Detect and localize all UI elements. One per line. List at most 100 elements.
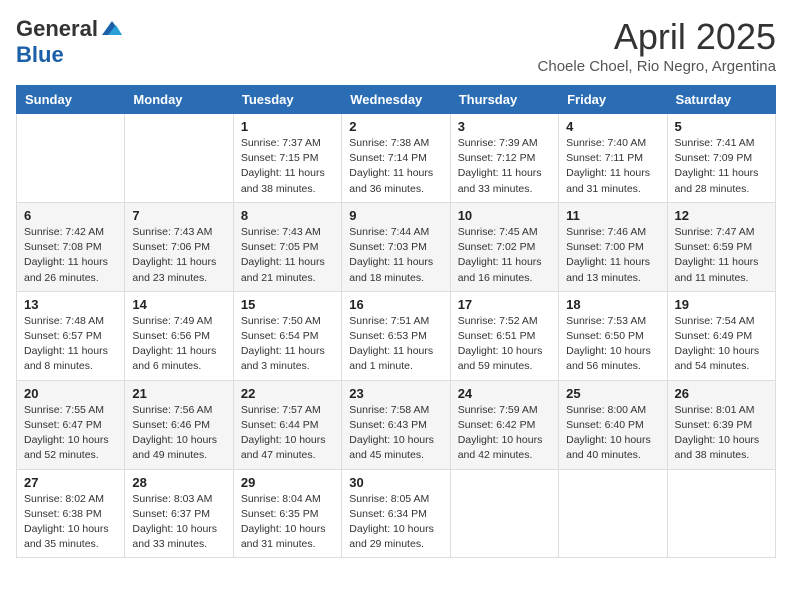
day-info: Sunrise: 7:53 AMSunset: 6:50 PMDaylight:…: [566, 314, 659, 375]
day-info: Sunrise: 7:43 AMSunset: 7:05 PMDaylight:…: [241, 225, 334, 286]
day-number: 22: [241, 386, 334, 401]
day-number: 3: [458, 119, 551, 134]
day-number: 1: [241, 119, 334, 134]
calendar-cell: [667, 469, 775, 558]
weekday-header-friday: Friday: [559, 86, 667, 114]
calendar-cell: 5 Sunrise: 7:41 AMSunset: 7:09 PMDaylight…: [667, 114, 775, 203]
day-info: Sunrise: 7:51 AMSunset: 6:53 PMDaylight:…: [349, 314, 442, 375]
day-info: Sunrise: 7:50 AMSunset: 6:54 PMDaylight:…: [241, 314, 334, 375]
day-number: 10: [458, 208, 551, 223]
day-number: 19: [675, 297, 768, 312]
calendar-cell: [125, 114, 233, 203]
calendar-cell: 26 Sunrise: 8:01 AMSunset: 6:39 PMDayligh…: [667, 380, 775, 469]
calendar-cell: [450, 469, 558, 558]
weekday-header-saturday: Saturday: [667, 86, 775, 114]
day-number: 6: [24, 208, 117, 223]
calendar-cell: 9 Sunrise: 7:44 AMSunset: 7:03 PMDaylight…: [342, 202, 450, 291]
calendar-cell: 30Sunrise: 8:05 AMSunset: 6:34 PMDayligh…: [342, 469, 450, 558]
calendar-cell: 12 Sunrise: 7:47 AMSunset: 6:59 PMDayligh…: [667, 202, 775, 291]
title-block: April 2025 Choele Choel, Rio Negro, Arge…: [538, 16, 776, 75]
day-info: Sunrise: 8:05 AMSunset: 6:34 PMDaylight:…: [349, 492, 442, 553]
day-number: 13: [24, 297, 117, 312]
day-info: Sunrise: 7:42 AMSunset: 7:08 PMDaylight:…: [24, 225, 117, 286]
day-info: Sunrise: 8:04 AMSunset: 6:35 PMDaylight:…: [241, 492, 334, 553]
day-info: Sunrise: 7:48 AMSunset: 6:57 PMDaylight:…: [24, 314, 117, 375]
calendar-week-2: 6 Sunrise: 7:42 AMSunset: 7:08 PMDaylight…: [17, 202, 776, 291]
calendar-cell: 23 Sunrise: 7:58 AMSunset: 6:43 PMDayligh…: [342, 380, 450, 469]
calendar-week-1: 1 Sunrise: 7:37 AMSunset: 7:15 PMDaylight…: [17, 114, 776, 203]
calendar-table: SundayMondayTuesdayWednesdayThursdayFrid…: [16, 85, 776, 558]
calendar-cell: 24Sunrise: 7:59 AMSunset: 6:42 PMDayligh…: [450, 380, 558, 469]
weekday-header-thursday: Thursday: [450, 86, 558, 114]
calendar-cell: [559, 469, 667, 558]
day-info: Sunrise: 7:52 AMSunset: 6:51 PMDaylight:…: [458, 314, 551, 375]
day-number: 11: [566, 208, 659, 223]
day-info: Sunrise: 7:58 AMSunset: 6:43 PMDaylight:…: [349, 403, 442, 464]
day-number: 23: [349, 386, 442, 401]
calendar-cell: 17Sunrise: 7:52 AMSunset: 6:51 PMDayligh…: [450, 291, 558, 380]
calendar-cell: 16 Sunrise: 7:51 AMSunset: 6:53 PMDayligh…: [342, 291, 450, 380]
day-info: Sunrise: 8:01 AMSunset: 6:39 PMDaylight:…: [675, 403, 768, 464]
day-number: 26: [675, 386, 768, 401]
day-info: Sunrise: 7:37 AMSunset: 7:15 PMDaylight:…: [241, 136, 334, 197]
day-number: 9: [349, 208, 442, 223]
calendar-week-5: 27 Sunrise: 8:02 AMSunset: 6:38 PMDayligh…: [17, 469, 776, 558]
day-info: Sunrise: 7:40 AMSunset: 7:11 PMDaylight:…: [566, 136, 659, 197]
calendar-cell: 7Sunrise: 7:43 AMSunset: 7:06 PMDaylight…: [125, 202, 233, 291]
calendar-header-row: SundayMondayTuesdayWednesdayThursdayFrid…: [17, 86, 776, 114]
day-info: Sunrise: 8:02 AMSunset: 6:38 PMDaylight:…: [24, 492, 117, 553]
location-subtitle: Choele Choel, Rio Negro, Argentina: [538, 58, 776, 75]
day-number: 28: [132, 475, 225, 490]
day-info: Sunrise: 7:54 AMSunset: 6:49 PMDaylight:…: [675, 314, 768, 375]
calendar-cell: 27 Sunrise: 8:02 AMSunset: 6:38 PMDayligh…: [17, 469, 125, 558]
day-number: 4: [566, 119, 659, 134]
day-number: 12: [675, 208, 768, 223]
calendar-cell: 22 Sunrise: 7:57 AMSunset: 6:44 PMDayligh…: [233, 380, 341, 469]
day-info: Sunrise: 7:45 AMSunset: 7:02 PMDaylight:…: [458, 225, 551, 286]
page-header: General Blue April 2025 Choele Choel, Ri…: [16, 16, 776, 75]
calendar-cell: 20 Sunrise: 7:55 AMSunset: 6:47 PMDayligh…: [17, 380, 125, 469]
calendar-cell: 6 Sunrise: 7:42 AMSunset: 7:08 PMDaylight…: [17, 202, 125, 291]
calendar-cell: 8 Sunrise: 7:43 AMSunset: 7:05 PMDaylight…: [233, 202, 341, 291]
calendar-cell: 13 Sunrise: 7:48 AMSunset: 6:57 PMDayligh…: [17, 291, 125, 380]
day-number: 18: [566, 297, 659, 312]
day-info: Sunrise: 7:59 AMSunset: 6:42 PMDaylight:…: [458, 403, 551, 464]
day-info: Sunrise: 7:39 AMSunset: 7:12 PMDaylight:…: [458, 136, 551, 197]
calendar-cell: 10 Sunrise: 7:45 AMSunset: 7:02 PMDayligh…: [450, 202, 558, 291]
day-number: 20: [24, 386, 117, 401]
day-info: Sunrise: 8:00 AMSunset: 6:40 PMDaylight:…: [566, 403, 659, 464]
calendar-cell: 28 Sunrise: 8:03 AMSunset: 6:37 PMDayligh…: [125, 469, 233, 558]
day-info: Sunrise: 7:57 AMSunset: 6:44 PMDaylight:…: [241, 403, 334, 464]
calendar-week-3: 13 Sunrise: 7:48 AMSunset: 6:57 PMDayligh…: [17, 291, 776, 380]
day-number: 14: [132, 297, 225, 312]
weekday-header-tuesday: Tuesday: [233, 86, 341, 114]
day-number: 2: [349, 119, 442, 134]
day-number: 27: [24, 475, 117, 490]
day-info: Sunrise: 7:46 AMSunset: 7:00 PMDaylight:…: [566, 225, 659, 286]
day-info: Sunrise: 7:41 AMSunset: 7:09 PMDaylight:…: [675, 136, 768, 197]
day-number: 8: [241, 208, 334, 223]
logo-icon: [100, 17, 124, 41]
calendar-cell: 19 Sunrise: 7:54 AMSunset: 6:49 PMDayligh…: [667, 291, 775, 380]
day-number: 16: [349, 297, 442, 312]
day-info: Sunrise: 7:44 AMSunset: 7:03 PMDaylight:…: [349, 225, 442, 286]
day-info: Sunrise: 7:49 AMSunset: 6:56 PMDaylight:…: [132, 314, 225, 375]
day-number: 21: [132, 386, 225, 401]
day-info: Sunrise: 8:03 AMSunset: 6:37 PMDaylight:…: [132, 492, 225, 553]
day-number: 29: [241, 475, 334, 490]
calendar-cell: 15Sunrise: 7:50 AMSunset: 6:54 PMDayligh…: [233, 291, 341, 380]
calendar-cell: 25Sunrise: 8:00 AMSunset: 6:40 PMDayligh…: [559, 380, 667, 469]
day-info: Sunrise: 7:55 AMSunset: 6:47 PMDaylight:…: [24, 403, 117, 464]
day-info: Sunrise: 7:43 AMSunset: 7:06 PMDaylight:…: [132, 225, 225, 286]
calendar-cell: 2Sunrise: 7:38 AMSunset: 7:14 PMDaylight…: [342, 114, 450, 203]
day-info: Sunrise: 7:47 AMSunset: 6:59 PMDaylight:…: [675, 225, 768, 286]
day-number: 5: [675, 119, 768, 134]
calendar-cell: 14 Sunrise: 7:49 AMSunset: 6:56 PMDayligh…: [125, 291, 233, 380]
day-info: Sunrise: 7:56 AMSunset: 6:46 PMDaylight:…: [132, 403, 225, 464]
calendar-cell: 18 Sunrise: 7:53 AMSunset: 6:50 PMDayligh…: [559, 291, 667, 380]
logo: General Blue: [16, 16, 124, 68]
calendar-cell: 4 Sunrise: 7:40 AMSunset: 7:11 PMDaylight…: [559, 114, 667, 203]
logo-general-text: General: [16, 16, 98, 42]
calendar-week-4: 20 Sunrise: 7:55 AMSunset: 6:47 PMDayligh…: [17, 380, 776, 469]
calendar-cell: [17, 114, 125, 203]
